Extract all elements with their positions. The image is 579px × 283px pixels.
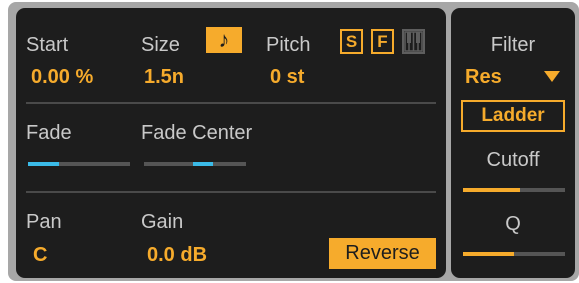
piano-keys-icon[interactable] xyxy=(402,29,425,54)
fade-center-slider[interactable] xyxy=(144,162,246,166)
fade-center-label: Fade Center xyxy=(141,122,253,144)
start-label: Start xyxy=(26,34,69,56)
pan-value[interactable]: C xyxy=(33,244,47,267)
piano-keys-glyph xyxy=(404,31,423,52)
q-slider[interactable] xyxy=(463,252,565,256)
ladder-button[interactable]: Ladder xyxy=(461,100,565,132)
note-icon: ♪ xyxy=(218,27,230,52)
q-slider-fill xyxy=(463,252,514,256)
f-toggle-button[interactable]: F xyxy=(371,29,394,54)
fade-center-slider-fill xyxy=(193,162,213,166)
s-toggle-button[interactable]: S xyxy=(340,29,363,54)
sample-panel: Start 0.00 % Size ♪ 1.5n Pitch 0 st S F … xyxy=(16,8,446,278)
size-label: Size xyxy=(141,34,180,56)
fade-slider[interactable] xyxy=(28,162,130,166)
pan-label: Pan xyxy=(26,211,62,233)
q-label: Q xyxy=(505,213,521,235)
gain-value[interactable]: 0.0 dB xyxy=(147,244,207,267)
chevron-down-icon[interactable] xyxy=(544,71,560,82)
divider-1 xyxy=(26,102,436,104)
size-value[interactable]: 1.5n xyxy=(144,66,184,89)
reverse-button[interactable]: Reverse xyxy=(329,238,436,269)
gain-label: Gain xyxy=(141,211,184,233)
filter-title: Filter xyxy=(490,34,536,56)
filter-type-value[interactable]: Res xyxy=(465,66,502,89)
fade-label: Fade xyxy=(26,122,72,144)
pitch-value[interactable]: 0 st xyxy=(270,66,304,89)
divider-2 xyxy=(26,191,436,193)
fade-slider-fill xyxy=(28,162,59,166)
start-value[interactable]: 0.00 % xyxy=(31,66,93,89)
cutoff-slider-fill xyxy=(463,188,521,192)
cutoff-label: Cutoff xyxy=(486,149,540,171)
pitch-label: Pitch xyxy=(266,34,311,56)
cutoff-slider[interactable] xyxy=(463,188,565,192)
filter-panel: Filter Res Ladder Cutoff Q xyxy=(451,8,575,278)
note-sync-button[interactable]: ♪ xyxy=(206,27,242,53)
